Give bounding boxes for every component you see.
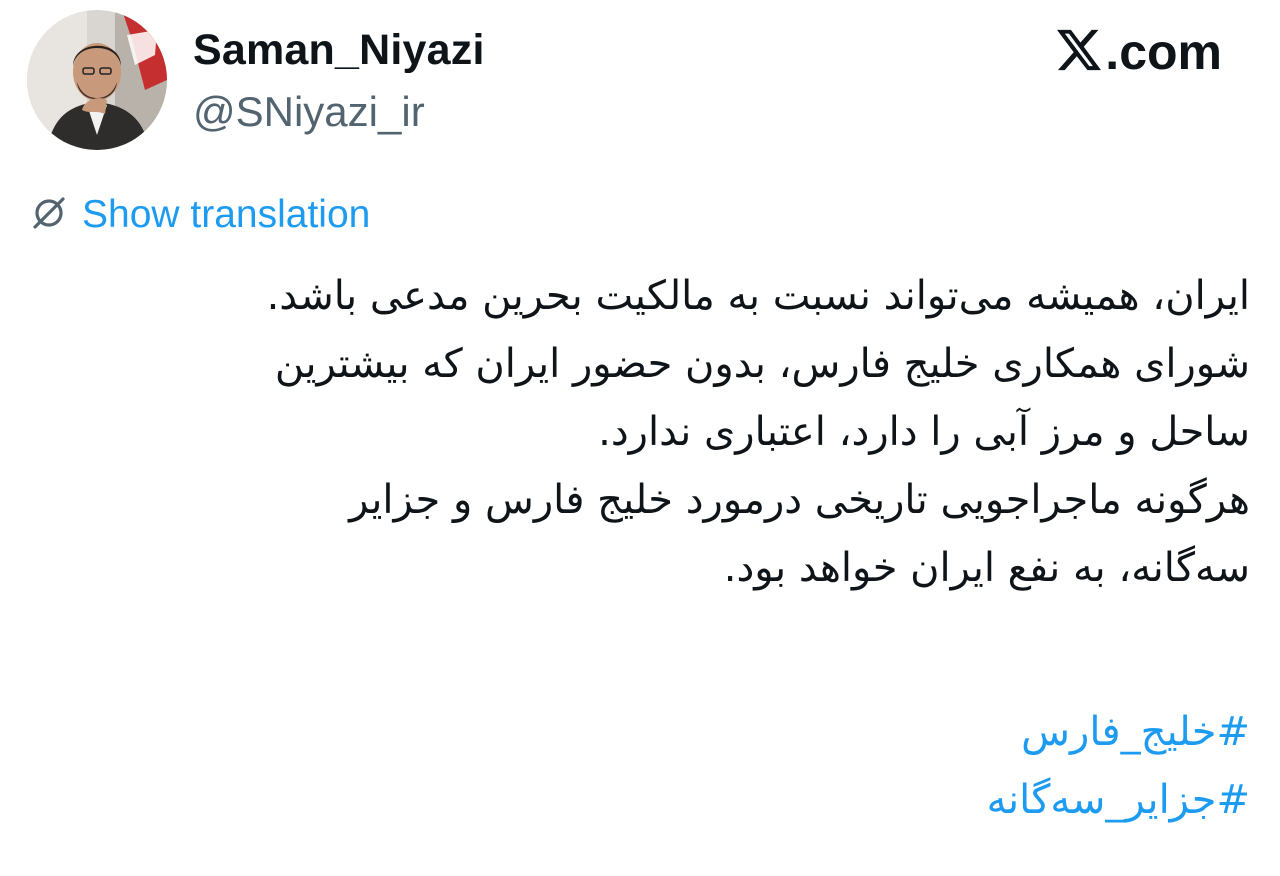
display-name[interactable]: Saman_Niyazi [193,24,485,76]
tweet-text: ایران، همیشه می‌تواند نسبت به مالکیت بحر… [30,262,1250,602]
show-translation-label: Show translation [82,193,371,236]
brand-link[interactable]: .com [1057,22,1222,82]
x-logo-icon [1057,29,1102,75]
tweet-text-line: ساحل و مرز آبی را دارد، اعتباری ندارد. [598,409,1250,455]
tweet-text-line: ایران، همیشه می‌تواند نسبت به مالکیت بحر… [266,273,1250,319]
user-handle[interactable]: @SNiyazi_ir [193,86,425,138]
avatar[interactable] [27,10,167,150]
show-translation-button[interactable]: Show translation [30,190,370,240]
hashtag-link[interactable]: #خلیج_فارس [30,698,1250,766]
hashtag-list: #خلیج_فارس #جزایر_سه‌گانه [30,698,1250,834]
brand-domain: .com [1105,24,1222,80]
globe-slash-icon [30,194,68,236]
hashtag-link[interactable]: #جزایر_سه‌گانه [30,766,1250,834]
tweet-text-line: شورای همکاری خلیج فارس، بدون حضور ایران … [274,341,1250,387]
tweet-text-line: هرگونه ماجراجویی تاریخی درمورد خلیج فارس… [349,477,1250,523]
tweet-text-line: سه‌گانه، به نفع ایران خواهد بود. [723,545,1250,591]
